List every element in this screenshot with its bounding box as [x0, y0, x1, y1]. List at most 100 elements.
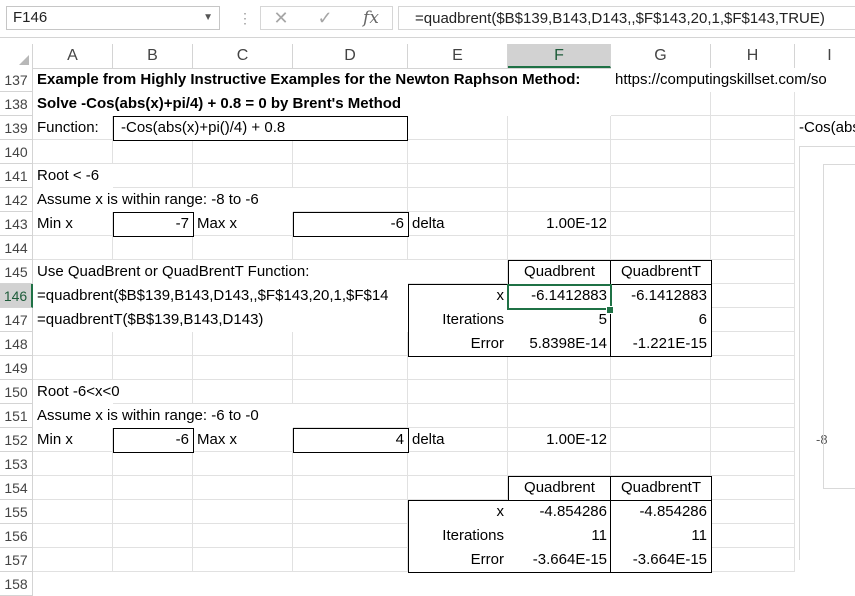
row-header[interactable]: 145 — [0, 260, 33, 284]
row-143: 143 Min x -7 Max x -6 delta 1.00E-12 — [0, 212, 855, 236]
cell-g157[interactable]: -3.664E-15 — [611, 548, 711, 572]
cell-d143[interactable]: -6 — [293, 212, 408, 236]
cell-grid — [113, 140, 193, 164]
cell-grid — [711, 236, 795, 260]
column-header-f[interactable]: F — [508, 44, 611, 68]
cell-grid — [711, 524, 795, 548]
cell-b143[interactable]: -7 — [113, 212, 193, 236]
cell-e147[interactable]: Iterations — [408, 308, 508, 332]
row-header[interactable]: 142 — [0, 188, 33, 212]
cell-a145[interactable]: Use QuadBrent or QuadBrentT Function: — [33, 260, 313, 284]
row-header[interactable]: 157 — [0, 548, 33, 572]
row-header[interactable]: 152 — [0, 428, 33, 452]
cell-e156[interactable]: Iterations — [408, 524, 508, 548]
cell-c152[interactable]: Max x — [193, 428, 241, 452]
cell-f155[interactable]: -4.854286 — [508, 500, 611, 524]
cell-g156[interactable]: 11 — [611, 524, 711, 548]
select-all-button[interactable] — [0, 44, 33, 68]
name-box[interactable]: F146 ▼ — [6, 6, 220, 30]
cell-e157[interactable]: Error — [408, 548, 508, 572]
cell-d152[interactable]: 4 — [293, 428, 408, 452]
column-header-e[interactable]: E — [408, 44, 508, 68]
cell-f156[interactable]: 11 — [508, 524, 611, 548]
row-header[interactable]: 141 — [0, 164, 33, 188]
cell-f157[interactable]: -3.664E-15 — [508, 548, 611, 572]
cell-a152[interactable]: Min x — [33, 428, 77, 452]
cell-g154[interactable]: QuadbrentT — [611, 476, 711, 500]
cell-a138[interactable]: Solve -Cos(abs(x)+pi/4) + 0.8 = 0 by Bre… — [33, 92, 405, 116]
cancel-icon[interactable]: ✕ — [266, 6, 296, 30]
cell-a143[interactable]: Min x — [33, 212, 77, 236]
cell-f152[interactable]: 1.00E-12 — [508, 428, 611, 452]
row-header[interactable]: 147 — [0, 308, 33, 332]
row-header[interactable]: 146 — [0, 284, 33, 308]
cell-i139[interactable]: -Cos(abs — [795, 116, 855, 140]
cell-grid — [711, 548, 795, 572]
cell-e143[interactable]: delta — [408, 212, 449, 236]
row-header[interactable]: 151 — [0, 404, 33, 428]
row-header[interactable]: 149 — [0, 356, 33, 380]
cell-a151[interactable]: Assume x is within range: -6 to -0 — [33, 404, 263, 428]
cell-a142[interactable]: Assume x is within range: -8 to -6 — [33, 188, 263, 212]
cell-f145[interactable]: Quadbrent — [508, 260, 611, 284]
cell-grid — [611, 428, 711, 452]
row-header[interactable]: 158 — [0, 572, 33, 596]
cell-a146[interactable]: =quadbrent($B$139,B143,D143,,$F$143,20,1… — [33, 284, 408, 308]
cell-b139[interactable]: -Cos(abs(x)+pi()/4) + 0.8 — [117, 116, 289, 140]
cell-e152[interactable]: delta — [408, 428, 449, 452]
row-header[interactable]: 156 — [0, 524, 33, 548]
row-header[interactable]: 140 — [0, 140, 33, 164]
select-all-icon — [19, 55, 29, 65]
cell-c143[interactable]: Max x — [193, 212, 241, 236]
cell-f154[interactable]: Quadbrent — [508, 476, 611, 500]
column-header-d[interactable]: D — [293, 44, 408, 68]
chevron-down-icon[interactable]: ▼ — [203, 7, 213, 29]
cell-grid — [611, 356, 711, 380]
row-header[interactable]: 148 — [0, 332, 33, 356]
cell-a137[interactable]: Example from Highly Instructive Examples… — [33, 68, 584, 92]
cell-f143[interactable]: 1.00E-12 — [508, 212, 611, 236]
row-header[interactable]: 144 — [0, 236, 33, 260]
cell-g145[interactable]: QuadbrentT — [611, 260, 711, 284]
row-header[interactable]: 150 — [0, 380, 33, 404]
cell-a139[interactable]: Function: — [33, 116, 103, 140]
cell-e148[interactable]: Error — [408, 332, 508, 356]
cell-e155[interactable]: x — [408, 500, 508, 524]
row-header[interactable]: 154 — [0, 476, 33, 500]
cell-f147[interactable]: 5 — [508, 308, 611, 332]
cell-b152[interactable]: -6 — [113, 428, 193, 452]
cell-a141[interactable]: Root < -6 — [33, 164, 103, 188]
cell-a147[interactable]: =quadbrentT($B$139,B143,D143) — [33, 308, 267, 332]
drag-handle-icon[interactable]: ⋮ — [238, 9, 252, 27]
insert-function-icon[interactable]: fx — [356, 6, 386, 30]
cell-e146[interactable]: x — [408, 284, 508, 308]
cell-grid — [508, 404, 611, 428]
cell-f148[interactable]: 5.8398E-14 — [508, 332, 611, 356]
cell-grid — [795, 92, 855, 116]
cell-grid — [508, 356, 611, 380]
row-header[interactable]: 138 — [0, 92, 33, 116]
column-header-i[interactable]: I — [795, 44, 855, 68]
row-header[interactable]: 155 — [0, 500, 33, 524]
cell-a150[interactable]: Root -6<x<0 — [33, 380, 124, 404]
cell-g148[interactable]: -1.221E-15 — [611, 332, 711, 356]
column-header-h[interactable]: H — [711, 44, 795, 68]
row-header[interactable]: 143 — [0, 212, 33, 236]
column-header-g[interactable]: G — [611, 44, 711, 68]
row-header[interactable]: 137 — [0, 68, 33, 92]
cell-grid — [193, 476, 293, 500]
row-header[interactable]: 153 — [0, 452, 33, 476]
column-header-b[interactable]: B — [113, 44, 193, 68]
fill-handle[interactable] — [606, 306, 614, 314]
column-header-c[interactable]: C — [193, 44, 293, 68]
column-header-a[interactable]: A — [33, 44, 113, 68]
cell-g155[interactable]: -4.854286 — [611, 500, 711, 524]
row-150: 150 Root -6<x<0 — [0, 380, 855, 404]
cell-g137[interactable]: https://computingskillset.com/so — [611, 68, 855, 92]
cell-g147[interactable]: 6 — [611, 308, 711, 332]
formula-input[interactable]: =quadbrent($B$139,B143,D143,,$F$143,20,1… — [398, 6, 855, 30]
cell-grid — [113, 476, 193, 500]
row-header[interactable]: 139 — [0, 116, 33, 140]
enter-icon[interactable]: ✓ — [310, 6, 340, 30]
cell-g146[interactable]: -6.1412883 — [611, 284, 711, 308]
